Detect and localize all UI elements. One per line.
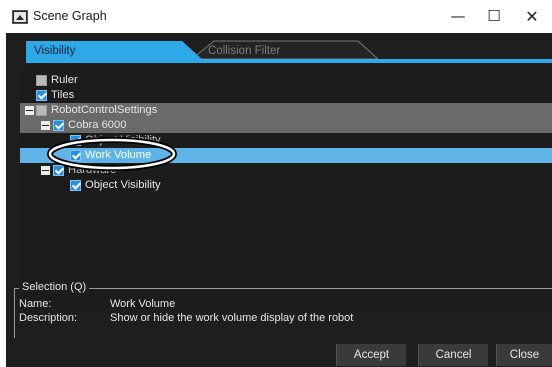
cancel-button[interactable]: Cancel bbox=[418, 344, 488, 366]
minimize-button[interactable]: — bbox=[438, 4, 478, 28]
object-visibility-checkbox[interactable] bbox=[70, 135, 81, 146]
scene-tree[interactable]: Ruler Tiles RobotControlSettings Cobra 6… bbox=[20, 69, 552, 309]
tree-item-object-visibility-robot[interactable]: Object Visibility bbox=[20, 133, 552, 148]
tree-item-robot-control-settings[interactable]: RobotControlSettings bbox=[20, 103, 552, 118]
description-value: Show or hide the work volume display of … bbox=[110, 312, 354, 324]
tiles-checkbox[interactable] bbox=[36, 90, 47, 101]
tab-bar: Visibility Collision Filter bbox=[6, 33, 552, 63]
tree-item-label: RobotControlSettings bbox=[51, 104, 158, 116]
hardware-checkbox[interactable] bbox=[53, 165, 64, 176]
tree-item-label: Hardware bbox=[68, 164, 117, 176]
selection-info-panel: Selection (Q) Name: Work Volume Descript… bbox=[14, 281, 552, 338]
description-label: Description: bbox=[19, 312, 78, 324]
accept-button[interactable]: Accept bbox=[336, 344, 406, 366]
window-title: Scene Graph bbox=[33, 9, 107, 23]
maximize-button[interactable]: ☐ bbox=[474, 4, 514, 28]
dialog-body: Visibility Collision Filter Ruler Tiles … bbox=[6, 33, 552, 367]
tree-item-cobra-6000[interactable]: Cobra 6000 bbox=[20, 118, 552, 133]
collapse-icon[interactable] bbox=[41, 121, 50, 130]
collapse-icon[interactable] bbox=[41, 166, 50, 175]
ruler-checkbox[interactable] bbox=[36, 75, 47, 86]
close-dialog-button[interactable]: Close bbox=[496, 344, 552, 366]
tab-underline bbox=[26, 59, 552, 63]
tree-item-label: Tiles bbox=[51, 89, 75, 101]
tree-item-tiles[interactable]: Tiles bbox=[20, 88, 552, 103]
close-icon: ✕ bbox=[525, 6, 539, 26]
title-bar: Scene Graph — ☐ ✕ bbox=[0, 0, 552, 33]
tree-item-hardware[interactable]: Hardware bbox=[20, 163, 552, 178]
name-value: Work Volume bbox=[110, 298, 176, 310]
tree-item-work-volume[interactable]: Work Volume bbox=[20, 148, 552, 163]
selection-title: Selection (Q) bbox=[19, 281, 90, 293]
tree-item-ruler[interactable]: Ruler bbox=[20, 73, 552, 88]
tree-item-label: Object Visibility bbox=[85, 134, 161, 146]
collapse-icon[interactable] bbox=[25, 106, 34, 115]
close-button[interactable]: ✕ bbox=[512, 4, 552, 28]
tree-item-label: Ruler bbox=[51, 74, 78, 86]
tree-item-label: Work Volume bbox=[85, 149, 152, 161]
tree-item-label: Cobra 6000 bbox=[68, 119, 127, 131]
minimize-icon: — bbox=[450, 7, 466, 25]
name-label: Name: bbox=[19, 298, 52, 310]
tree-item-object-visibility-hardware[interactable]: Object Visibility bbox=[20, 178, 552, 193]
dialog-footer: Accept Cancel Close bbox=[6, 343, 552, 367]
object-visibility-checkbox[interactable] bbox=[70, 180, 81, 191]
tree-item-label: Object Visibility bbox=[85, 179, 161, 191]
tab-visibility[interactable]: Visibility bbox=[34, 45, 75, 57]
tab-collision-filter[interactable]: Collision Filter bbox=[208, 45, 280, 57]
cobra-6000-checkbox[interactable] bbox=[53, 120, 64, 131]
maximize-icon: ☐ bbox=[487, 7, 501, 25]
work-volume-checkbox[interactable] bbox=[70, 150, 81, 161]
robot-control-settings-checkbox[interactable] bbox=[36, 105, 47, 116]
scene-graph-app-icon bbox=[12, 10, 28, 24]
